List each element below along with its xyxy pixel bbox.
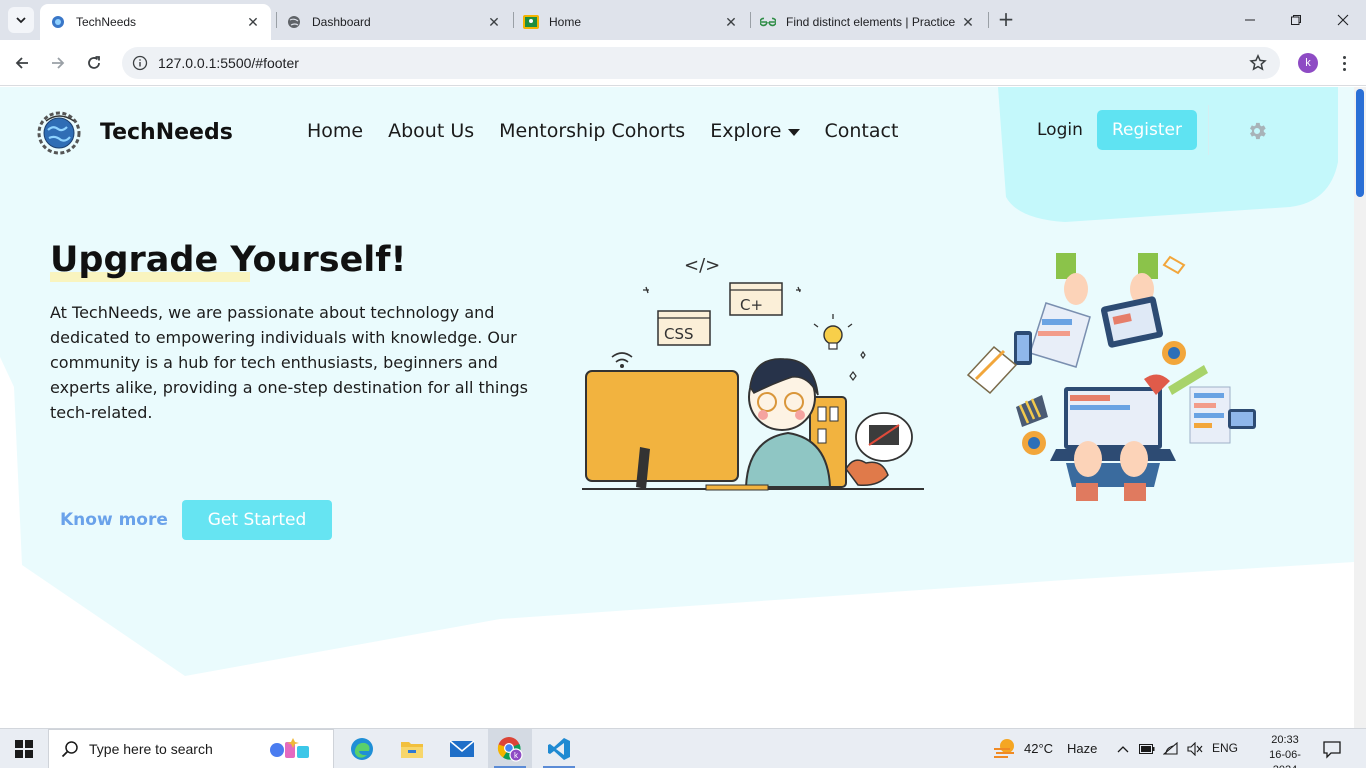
browser-tab-bar: TechNeeds ✕ Dashboard ✕ Home ✕ Find dist… [0, 0, 1366, 40]
reload-icon[interactable] [82, 51, 106, 75]
tab-label: Dashboard [312, 15, 371, 29]
taskbar-mail[interactable] [440, 729, 484, 768]
page-scrollbar[interactable] [1354, 87, 1366, 728]
folder-icon [401, 742, 423, 758]
taskbar-chrome[interactable]: k [488, 729, 532, 768]
search-placeholder: Type here to search [89, 741, 213, 757]
bookmark-star-icon[interactable] [1248, 53, 1268, 73]
input-language[interactable]: ENG [1212, 741, 1238, 755]
clock-date: 16-06-2024 [1269, 749, 1301, 768]
browser-toolbar: 127.0.0.1:5500/#footer k [0, 40, 1366, 86]
restore-icon[interactable] [1286, 10, 1306, 30]
techneeds-logo[interactable] [36, 109, 82, 155]
nav-home[interactable]: Home [307, 120, 363, 142]
hero-description: At TechNeeds, we are passionate about te… [50, 303, 529, 422]
tab-gfg-practice[interactable]: Find distinct elements | Practice ✕ [750, 4, 986, 40]
css-label: CSS [664, 325, 694, 343]
window-close-icon[interactable] [1333, 10, 1353, 30]
close-icon[interactable]: ✕ [960, 14, 976, 30]
address-bar[interactable]: 127.0.0.1:5500/#footer [122, 47, 1280, 79]
laptop-workspace-illustration [966, 253, 1256, 501]
close-icon[interactable]: ✕ [486, 14, 502, 30]
tab-search-button[interactable] [8, 7, 34, 33]
caret-down-icon [787, 128, 800, 136]
techneeds-favicon-icon [50, 14, 66, 30]
weather-temperature: 42°C [1024, 740, 1054, 756]
edge-icon [351, 738, 373, 760]
search-highlight-icon [270, 738, 309, 758]
more-menu-icon[interactable] [1334, 52, 1354, 74]
battery-icon[interactable] [1138, 741, 1156, 757]
back-arrow-icon[interactable] [10, 51, 34, 75]
forward-arrow-icon[interactable] [46, 51, 70, 75]
search-icon [61, 741, 78, 758]
nav-contact[interactable]: Contact [825, 120, 899, 142]
taskbar-vscode[interactable] [537, 729, 581, 768]
close-icon[interactable]: ✕ [245, 14, 261, 30]
taskbar-file-explorer[interactable] [390, 729, 434, 768]
know-more-link[interactable]: Know more [60, 510, 168, 530]
nav-about-us[interactable]: About Us [388, 120, 474, 142]
tab-techneeds[interactable]: TechNeeds ✕ [40, 4, 271, 40]
header-divider [1208, 105, 1209, 155]
main-navigation: Home About Us Mentorship Cohorts Explore… [307, 120, 898, 142]
tab-dashboard[interactable]: Dashboard ✕ [276, 4, 512, 40]
boy-coding-illustration: </> C+ CSS [582, 255, 924, 491]
cplus-label: C+ [740, 296, 763, 314]
taskbar-search-input[interactable]: Type here to search [48, 729, 334, 768]
new-tab-plus-icon[interactable]: + [996, 9, 1016, 30]
gear-icon[interactable] [1246, 120, 1268, 142]
windows-start-icon[interactable] [0, 729, 48, 768]
haze-sun-icon [994, 739, 1014, 758]
brand-name[interactable]: TechNeeds [100, 120, 233, 145]
taskbar-edge[interactable] [340, 729, 384, 768]
classroom-favicon-icon [523, 14, 539, 30]
chevron-up-icon[interactable] [1114, 741, 1132, 757]
hero-title: Upgrade Yourself! [50, 240, 407, 280]
minimize-icon[interactable] [1240, 10, 1260, 30]
chevron-down-icon [16, 17, 26, 24]
login-link[interactable]: Login [1037, 120, 1083, 140]
weather-description: Haze [1067, 740, 1098, 756]
close-icon[interactable]: ✕ [723, 14, 739, 30]
scrollbar-thumb[interactable] [1356, 89, 1364, 197]
notification-icon[interactable] [1322, 739, 1342, 759]
tab-label: TechNeeds [76, 15, 137, 29]
weather-widget[interactable]: 42°C Haze [992, 737, 1097, 759]
profile-avatar[interactable]: k [1298, 53, 1318, 73]
windows-taskbar: Type here to search k 42°C Haze ENG 20:3… [0, 728, 1366, 768]
tab-divider [988, 12, 989, 28]
code-tag-label: </> [684, 255, 720, 276]
tab-label: Home [549, 15, 582, 29]
wifi-icon[interactable] [1162, 741, 1180, 757]
nav-mentorship-cohorts[interactable]: Mentorship Cohorts [499, 120, 685, 142]
system-clock[interactable]: 20:33 16-06-2024 [1262, 733, 1308, 768]
geeksforgeeks-favicon-icon [760, 14, 776, 30]
clock-time: 20:33 [1271, 734, 1299, 746]
tab-home[interactable]: Home ✕ [513, 4, 749, 40]
register-button[interactable]: Register [1097, 110, 1197, 150]
url-text: 127.0.0.1:5500/#footer [158, 55, 299, 71]
globe-icon [286, 14, 302, 30]
vscode-icon [548, 738, 570, 760]
get-started-button[interactable]: Get Started [182, 500, 332, 540]
info-icon[interactable] [132, 55, 148, 71]
tab-label: Find distinct elements | Practice [786, 15, 956, 29]
page-viewport: TechNeeds Home About Us Mentorship Cohor… [0, 87, 1366, 728]
chrome-icon: k [497, 737, 523, 762]
mail-icon [449, 740, 475, 757]
nav-explore-label: Explore [710, 120, 782, 142]
volume-muted-icon[interactable] [1186, 741, 1204, 757]
nav-explore[interactable]: Explore [710, 120, 800, 142]
